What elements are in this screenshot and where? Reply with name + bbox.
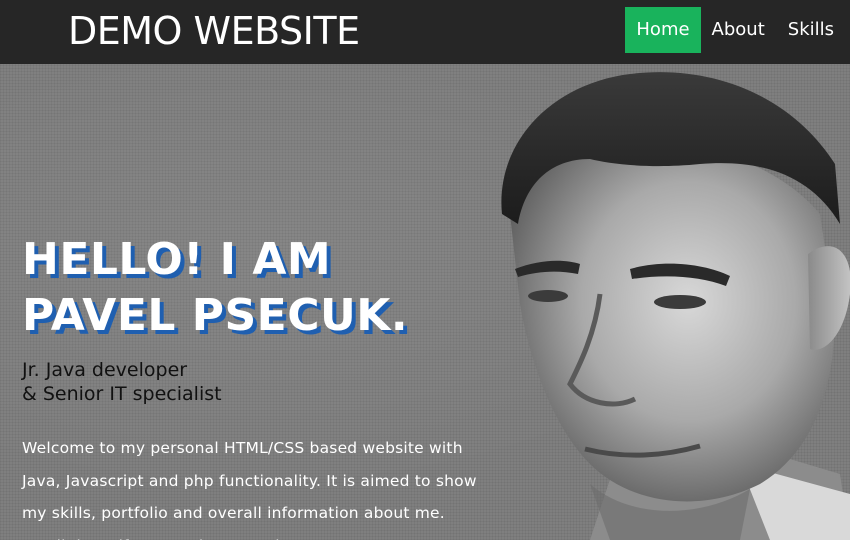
- nav-link-skills[interactable]: Skills: [776, 7, 850, 53]
- intro-line: Welcome to my personal HTML/CSS based we…: [22, 439, 463, 457]
- hero-subtitle: Jr. Java developer & Senior IT specialis…: [22, 358, 222, 406]
- hero-subtitle-line: Jr. Java developer: [22, 359, 188, 381]
- main-nav: Home About Skills: [625, 7, 850, 53]
- page: DEMO WEBSITE Home About Skills HELLO! I …: [0, 0, 850, 540]
- intro-line: Scroll down if you are interested!: [22, 530, 522, 540]
- hero-headline-line: PAVEL PSECUK.: [22, 290, 409, 341]
- hero-intro-text: Welcome to my personal HTML/CSS based we…: [22, 432, 522, 540]
- intro-line: Java, Javascript and php functionality. …: [22, 471, 477, 490]
- site-logo-text[interactable]: DEMO WEBSITE: [68, 9, 360, 53]
- hero-headline: HELLO! I AM PAVEL PSECUK.: [22, 232, 408, 344]
- hero-headline-line: HELLO! I AM: [22, 234, 332, 285]
- top-navbar: DEMO WEBSITE Home About Skills: [0, 0, 850, 64]
- intro-line: my skills, portfolio and overall informa…: [22, 504, 445, 522]
- hero-section: HELLO! I AM PAVEL PSECUK. Jr. Java devel…: [0, 64, 850, 540]
- hero-subtitle-line: & Senior IT specialist: [22, 383, 222, 405]
- nav-link-about[interactable]: About: [701, 7, 776, 53]
- nav-link-home[interactable]: Home: [625, 7, 701, 53]
